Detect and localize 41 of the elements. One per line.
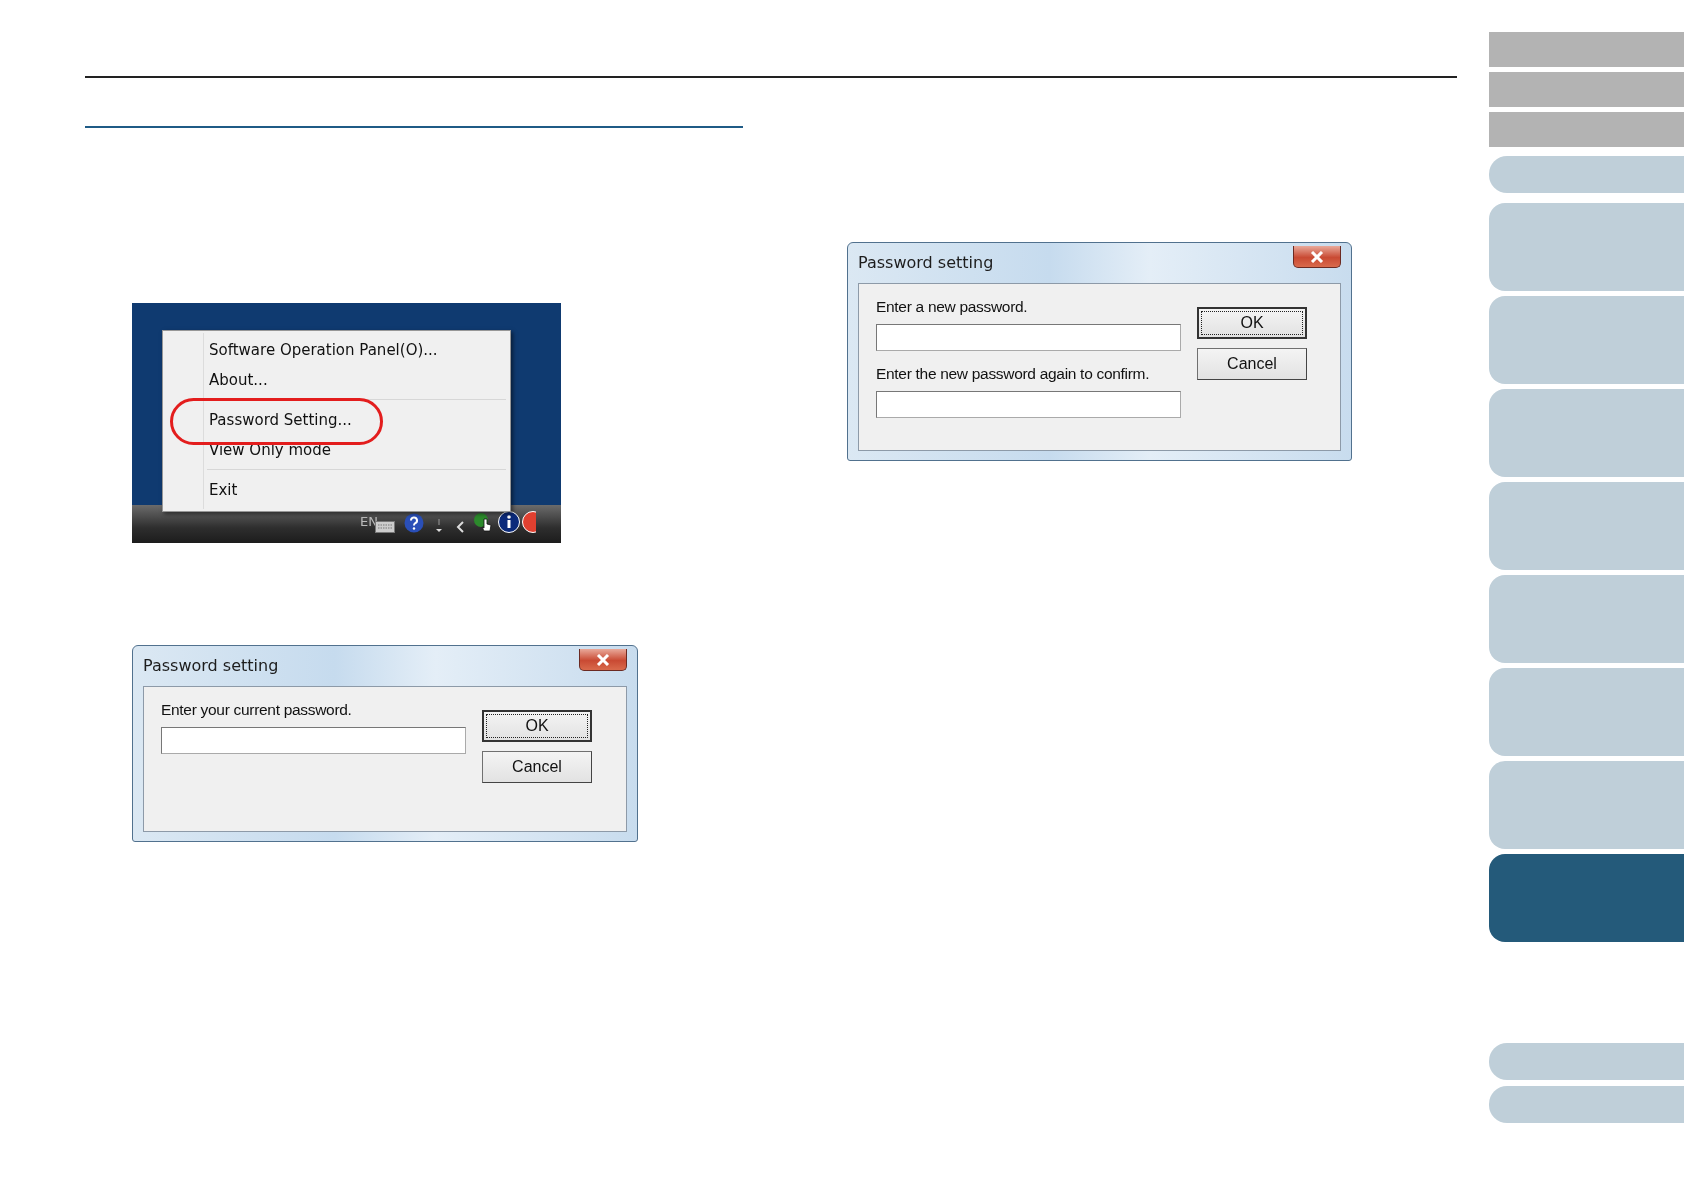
password-field[interactable]: [876, 391, 1181, 418]
keyboard-icon[interactable]: [375, 521, 395, 533]
nav-tab[interactable]: [1489, 482, 1684, 570]
nav-tab[interactable]: [1489, 389, 1684, 477]
field-label: Enter the new password again to confirm.: [876, 365, 1151, 383]
menu-item[interactable]: Password Setting...: [165, 405, 508, 435]
nav-tab[interactable]: [1489, 156, 1684, 193]
nav-tab[interactable]: [1489, 761, 1684, 849]
close-icon: [596, 653, 610, 666]
nav-tab[interactable]: [1489, 1086, 1684, 1123]
close-icon: [1310, 250, 1324, 263]
cancel-button[interactable]: Cancel: [1197, 348, 1307, 380]
menu-item[interactable]: Exit: [165, 475, 508, 505]
nav-tab[interactable]: [1489, 854, 1684, 942]
nav-tab[interactable]: [1489, 575, 1684, 663]
nav-tab[interactable]: [1489, 32, 1684, 67]
field-label: Enter your current password.: [161, 701, 353, 719]
window-title: Password setting: [858, 252, 994, 274]
field-label: Enter a new password.: [876, 298, 1029, 316]
chevron-icon[interactable]: [456, 521, 465, 533]
app-tray-icon[interactable]: [522, 511, 536, 533]
info-icon[interactable]: [498, 511, 520, 533]
ok-button[interactable]: OK: [1197, 307, 1307, 339]
nav-tab[interactable]: [1489, 1043, 1684, 1080]
nav-tab[interactable]: [1489, 112, 1684, 147]
window-title: Password setting: [143, 655, 279, 677]
menu-item[interactable]: Software Operation Panel(O)...: [165, 335, 508, 365]
password-field[interactable]: [876, 324, 1181, 351]
nav-tab[interactable]: [1489, 203, 1684, 291]
close-button[interactable]: [579, 649, 627, 671]
scanner-tray-icon[interactable]: [472, 511, 494, 533]
help-icon[interactable]: [404, 513, 424, 533]
nav-tab[interactable]: [1489, 668, 1684, 756]
menu-item[interactable]: About...: [165, 365, 508, 395]
close-button[interactable]: [1293, 246, 1341, 268]
nav-tab[interactable]: [1489, 72, 1684, 107]
ok-button[interactable]: OK: [482, 710, 592, 742]
cancel-button[interactable]: Cancel: [482, 751, 592, 783]
caret-icon[interactable]: [435, 519, 443, 533]
nav-tab[interactable]: [1489, 296, 1684, 384]
password-field[interactable]: [161, 727, 466, 754]
